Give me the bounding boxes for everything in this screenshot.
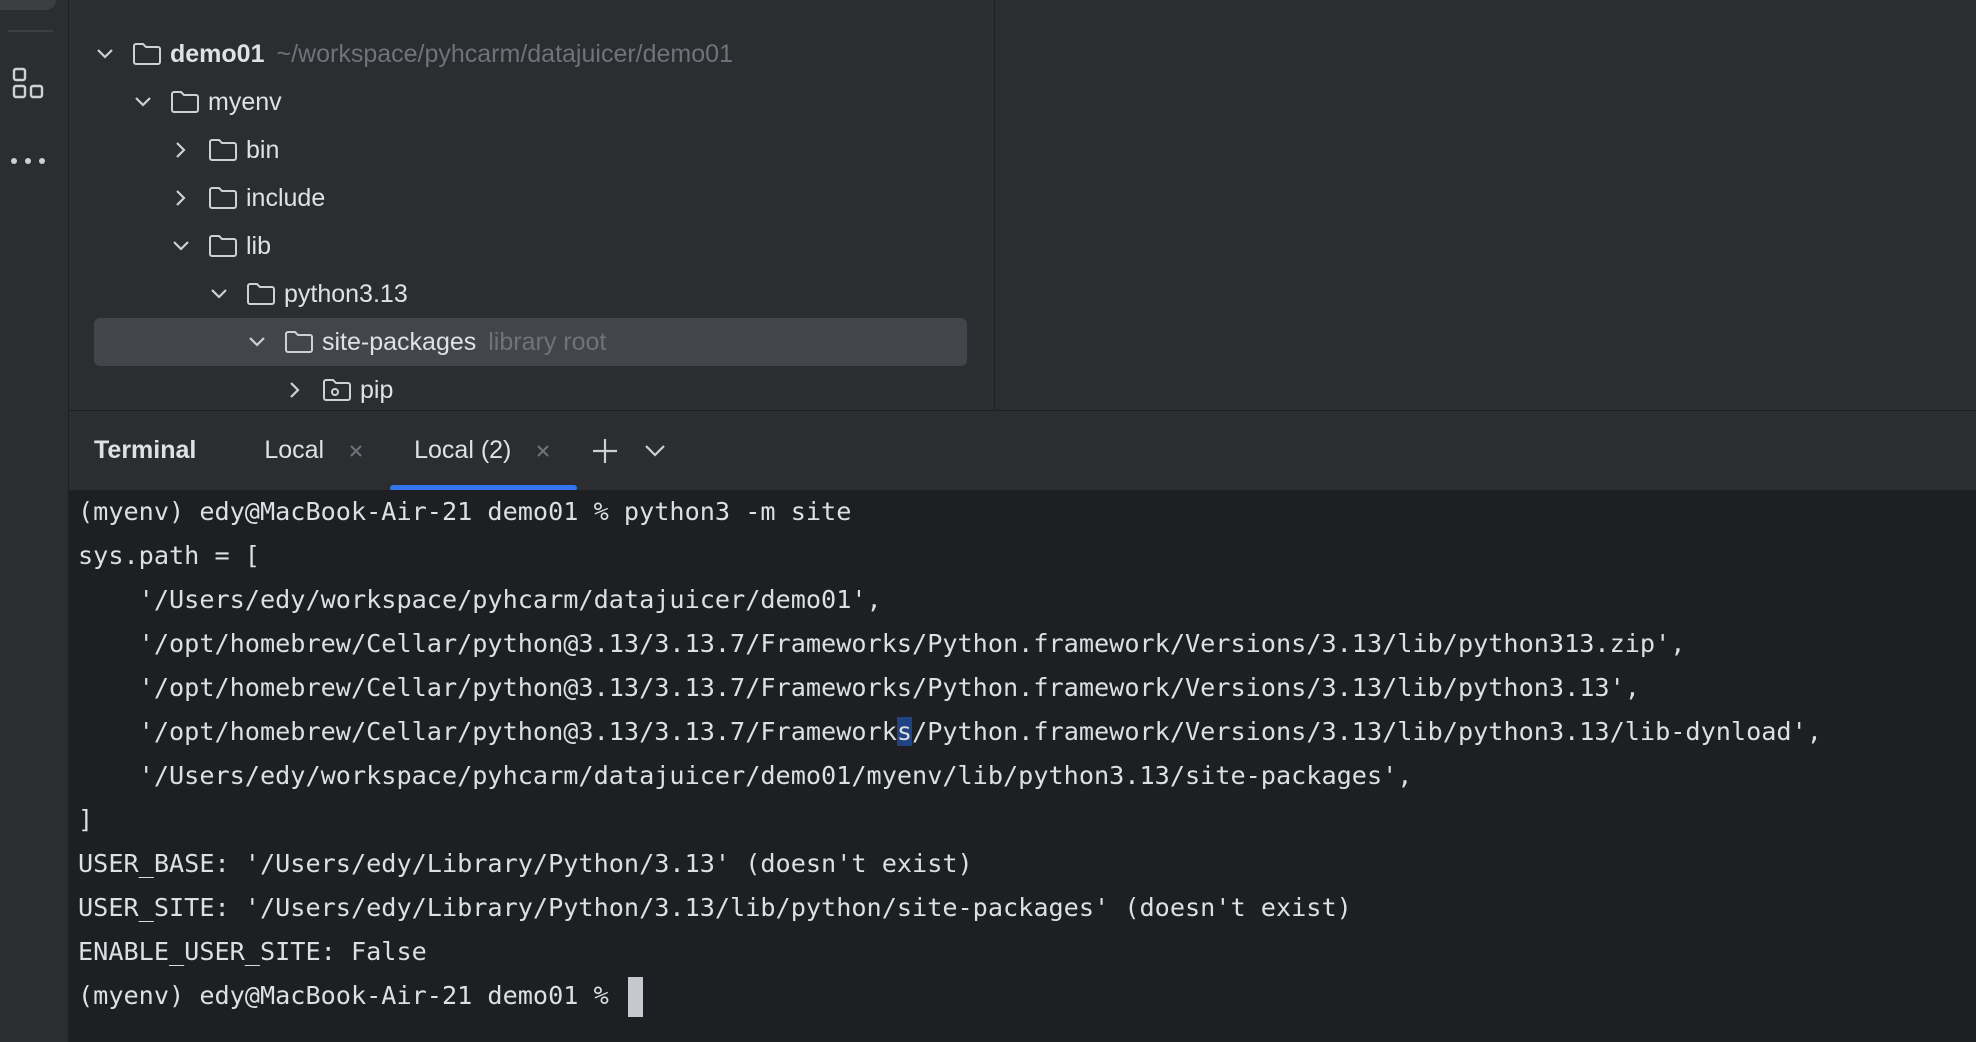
chevron-right-icon[interactable] <box>170 139 192 161</box>
terminal-output[interactable]: (myenv) edy@MacBook-Air-21 demo01 % pyth… <box>69 490 1976 1042</box>
tree-item-label: lib <box>246 231 272 260</box>
terminal-title: Terminal <box>94 436 197 464</box>
terminal-line: '/Users/edy/workspace/pyhcarm/datajuicer… <box>78 585 882 614</box>
tool-window-strip <box>0 0 69 1042</box>
terminal-line: ] <box>78 805 94 834</box>
tree-item-label: myenv <box>208 87 282 116</box>
folder-icon <box>170 89 200 115</box>
terminal-line: '/opt/homebrew/Cellar/python@3.13/3.13.7… <box>78 629 1686 658</box>
tree-item-pip[interactable]: pip <box>94 366 967 414</box>
chevron-right-icon[interactable] <box>170 187 192 209</box>
tree-item-path-hint: ~/workspace/pyhcarm/datajuicer/demo01 <box>276 39 733 68</box>
tool-window-button-top[interactable] <box>0 0 56 10</box>
terminal-line: sys.path = [ <box>78 541 260 570</box>
structure-icon[interactable] <box>7 62 49 104</box>
chevron-down-icon[interactable] <box>633 429 677 473</box>
terminal-tab-bar: Terminal Local Local (2) <box>69 410 1976 491</box>
new-tab-plus-icon[interactable] <box>583 429 627 473</box>
folder-icon <box>208 233 238 259</box>
library-root-hint: library root <box>488 327 607 356</box>
close-icon[interactable] <box>533 441 553 461</box>
tree-item-site-packages[interactable]: site-packages library root <box>94 318 967 366</box>
tree-item-label: site-packages <box>322 327 477 356</box>
folder-icon <box>132 41 162 67</box>
terminal-line: '/opt/homebrew/Cellar/python@3.13/3.13.7… <box>78 673 1640 702</box>
terminal-prompt: (myenv) edy@MacBook-Air-21 demo01 % <box>78 981 624 1010</box>
tab-label: Local <box>264 436 325 464</box>
terminal-line: (myenv) edy@MacBook-Air-21 demo01 % pyth… <box>78 497 852 526</box>
tree-item-bin[interactable]: bin <box>94 126 967 174</box>
chevron-down-icon[interactable] <box>208 283 230 305</box>
terminal-line: USER_SITE: '/Users/edy/Library/Python/3.… <box>78 893 1352 922</box>
terminal-line: USER_BASE: '/Users/edy/Library/Python/3.… <box>78 849 973 878</box>
tree-item-label: include <box>246 183 326 212</box>
terminal-text: '/opt/homebrew/Cellar/python@3.13/3.13.7… <box>78 717 897 746</box>
selected-text: s <box>896 717 913 746</box>
editor-area <box>994 0 1976 410</box>
ide-window: demo01 ~/workspace/pyhcarm/datajuicer/de… <box>0 0 1976 1042</box>
folder-icon <box>208 137 238 163</box>
chevron-down-icon[interactable] <box>94 43 116 65</box>
terminal-prompt-line[interactable]: (myenv) edy@MacBook-Air-21 demo01 % <box>78 974 643 1018</box>
terminal-text: /Python.framework/Versions/3.13/lib/pyth… <box>912 717 1822 746</box>
tab-label: Local (2) <box>414 436 512 464</box>
package-folder-icon <box>322 377 352 403</box>
chevron-down-icon[interactable] <box>132 91 154 113</box>
close-icon[interactable] <box>346 441 366 461</box>
terminal-line: '/opt/homebrew/Cellar/python@3.13/3.13.7… <box>78 710 1822 754</box>
chevron-down-icon[interactable] <box>246 331 268 353</box>
tree-item-label: pip <box>360 375 394 404</box>
tree-item-label: python3.13 <box>284 279 408 308</box>
tree-item-demo01[interactable]: demo01 ~/workspace/pyhcarm/datajuicer/de… <box>94 30 967 78</box>
tree-item-myenv[interactable]: myenv <box>94 78 967 126</box>
tree-item-label: bin <box>246 135 280 164</box>
folder-icon <box>208 185 238 211</box>
tab-local[interactable]: Local <box>240 411 390 491</box>
chevron-down-icon[interactable] <box>170 235 192 257</box>
tree-item-label: demo01 <box>170 39 265 68</box>
project-panel: demo01 ~/workspace/pyhcarm/datajuicer/de… <box>69 0 1056 410</box>
tab-local-2[interactable]: Local (2) <box>390 411 578 491</box>
folder-icon <box>284 329 314 355</box>
terminal-line: ENABLE_USER_SITE: False <box>78 937 427 966</box>
more-tools-icon[interactable] <box>7 140 49 182</box>
tree-item-python3-13[interactable]: python3.13 <box>94 270 967 318</box>
terminal-line: '/Users/edy/workspace/pyhcarm/datajuicer… <box>78 761 1413 790</box>
terminal-cursor <box>627 977 643 1017</box>
tree-item-lib[interactable]: lib <box>94 222 967 270</box>
toolstrip-divider <box>8 30 53 32</box>
folder-icon <box>246 281 276 307</box>
tree-item-include[interactable]: include <box>94 174 967 222</box>
chevron-right-icon[interactable] <box>284 379 306 401</box>
